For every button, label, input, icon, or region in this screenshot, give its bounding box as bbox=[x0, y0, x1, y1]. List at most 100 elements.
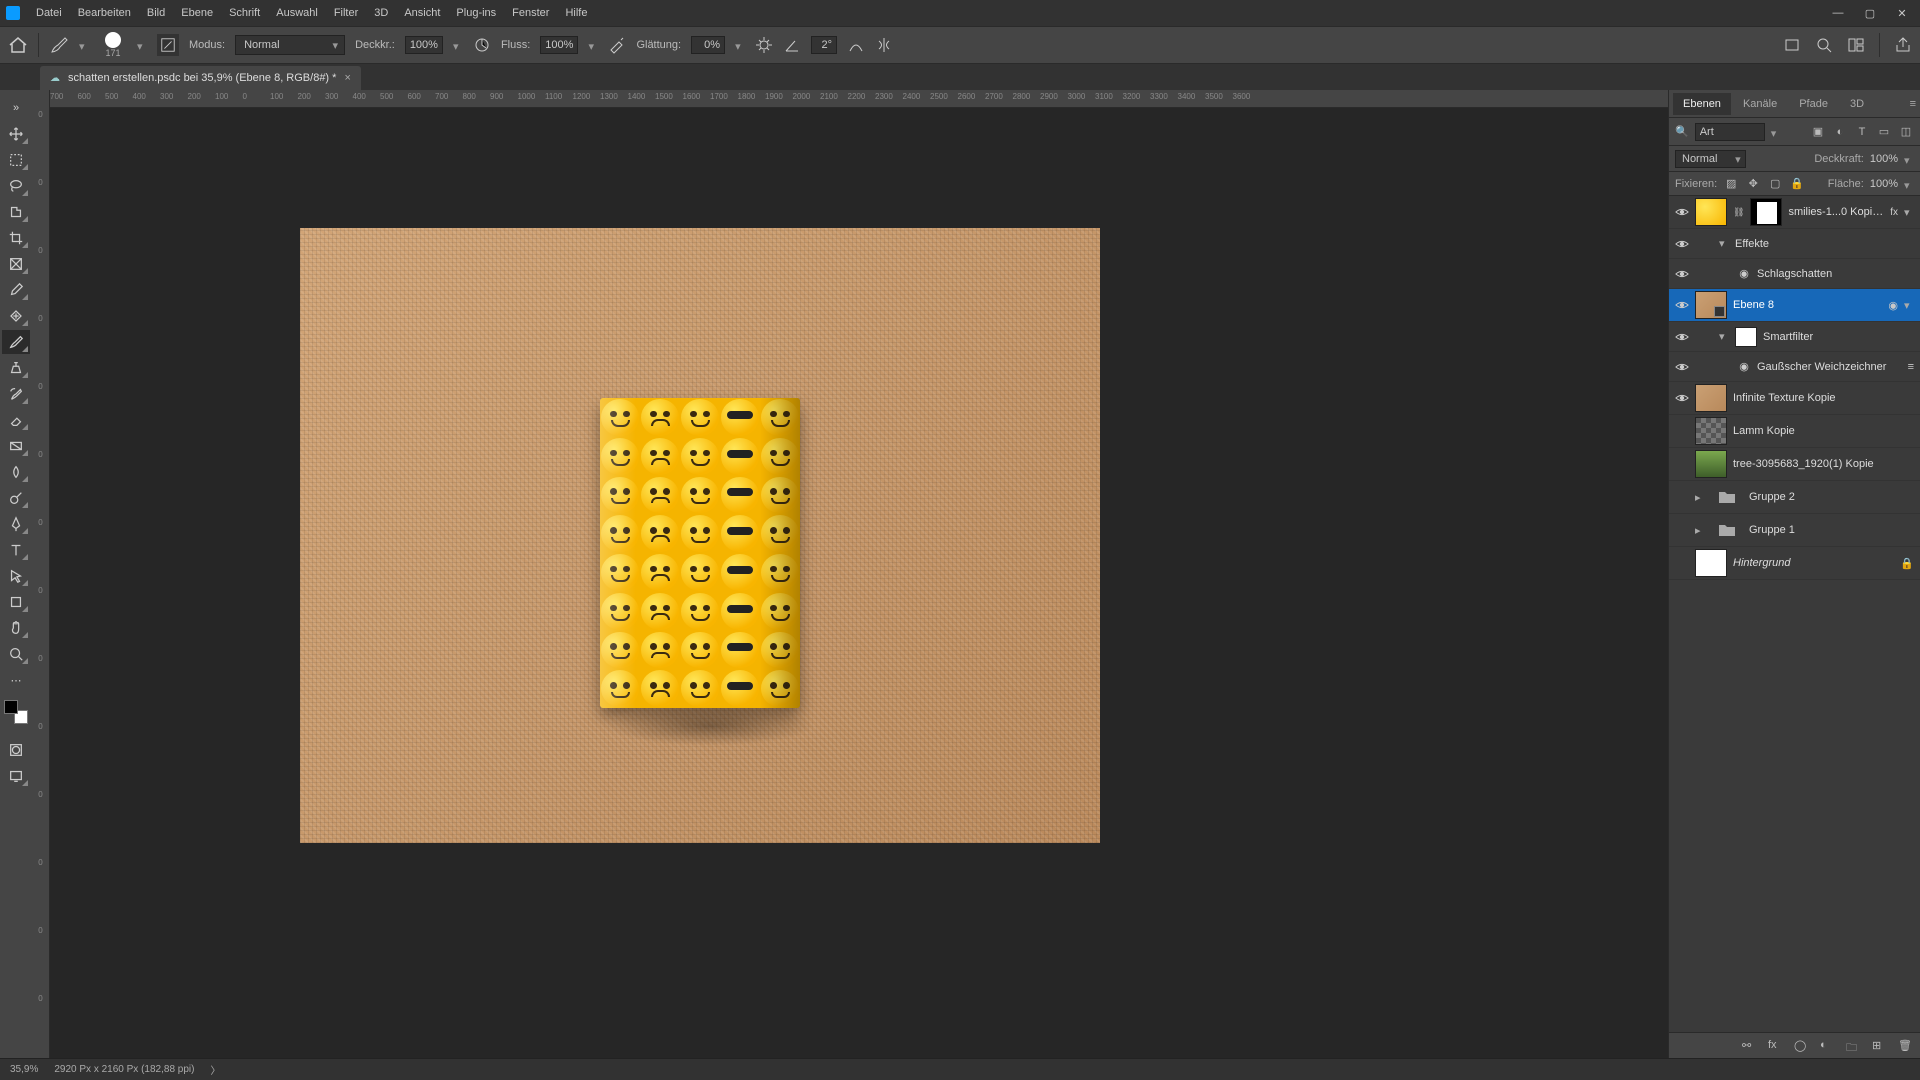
filter-adjust-icon[interactable]: ◐ bbox=[1832, 124, 1848, 140]
chevron-down-icon[interactable]: ▾ bbox=[588, 40, 598, 50]
layer-row[interactable]: Lamm Kopie bbox=[1669, 415, 1920, 448]
close-tab-icon[interactable]: × bbox=[344, 72, 350, 84]
layer-thumbnail[interactable] bbox=[1695, 291, 1727, 319]
menu-filter[interactable]: Filter bbox=[326, 3, 366, 23]
layer-name[interactable]: tree-3095683_1920(1) Kopie bbox=[1733, 458, 1914, 470]
visibility-toggle[interactable] bbox=[1675, 556, 1689, 570]
layer-row[interactable]: ◉Gaußscher Weichzeichner≡ bbox=[1669, 352, 1920, 382]
layer-name[interactable]: Infinite Texture Kopie bbox=[1733, 392, 1914, 404]
chevron-down-icon[interactable]: ▾ bbox=[1719, 330, 1729, 343]
lock-icon[interactable]: 🔒 bbox=[1900, 557, 1914, 570]
visibility-toggle[interactable] bbox=[1675, 330, 1689, 344]
home-icon[interactable] bbox=[8, 36, 28, 54]
status-chevron-icon[interactable]: 〉 bbox=[210, 1062, 220, 1077]
color-swatches[interactable] bbox=[4, 700, 28, 724]
zoom-level[interactable]: 35,9% bbox=[10, 1064, 38, 1075]
window-minimize-button[interactable]: — bbox=[1826, 4, 1850, 22]
tab-channels[interactable]: Kanäle bbox=[1733, 93, 1787, 115]
layer-thumbnail[interactable] bbox=[1695, 417, 1727, 445]
layer-name[interactable]: Hintergrund bbox=[1733, 557, 1894, 569]
fx-badge[interactable]: fx bbox=[1890, 207, 1898, 218]
fill-value[interactable]: 100% bbox=[1870, 178, 1898, 190]
visibility-toggle[interactable] bbox=[1675, 523, 1689, 537]
chevron-down-icon[interactable]: ▾ bbox=[137, 40, 147, 50]
adjustment-layer-icon[interactable]: ◐ bbox=[1820, 1039, 1834, 1053]
dodge-tool[interactable] bbox=[2, 486, 30, 510]
opacity-value-input[interactable]: 100% bbox=[405, 36, 443, 54]
pressure-opacity-icon[interactable] bbox=[473, 36, 491, 54]
layer-row[interactable]: ◉ Schlagschatten bbox=[1669, 259, 1920, 289]
workspace-icon[interactable] bbox=[1847, 36, 1865, 54]
menu-auswahl[interactable]: Auswahl bbox=[268, 3, 326, 23]
visibility-toggle[interactable] bbox=[1675, 237, 1689, 251]
expand-tools-icon[interactable]: » bbox=[2, 96, 30, 120]
flow-value-input[interactable]: 100% bbox=[540, 36, 578, 54]
filter-smart-icon[interactable]: ◫ bbox=[1898, 124, 1914, 140]
layer-name[interactable]: Gruppe 1 bbox=[1749, 524, 1914, 536]
quick-mask-icon[interactable] bbox=[2, 738, 30, 762]
layer-row[interactable]: ▸Gruppe 2 bbox=[1669, 481, 1920, 514]
layer-name[interactable]: Schlagschatten bbox=[1757, 268, 1914, 280]
gradient-tool[interactable] bbox=[2, 434, 30, 458]
filter-options-icon[interactable]: ≡ bbox=[1908, 361, 1914, 373]
selection-tool[interactable] bbox=[2, 200, 30, 224]
pressure-size-icon[interactable] bbox=[847, 36, 865, 54]
visibility-toggle[interactable] bbox=[1675, 360, 1689, 374]
edit-toolbar-icon[interactable]: ⋯ bbox=[2, 668, 30, 692]
smoothing-value-input[interactable]: 0% bbox=[691, 36, 725, 54]
visibility-toggle[interactable] bbox=[1675, 298, 1689, 312]
tab-paths[interactable]: Pfade bbox=[1789, 93, 1838, 115]
layer-row[interactable]: ⛓smilies-1...0 Kopie 2fx▾ bbox=[1669, 196, 1920, 229]
layer-thumbnail[interactable] bbox=[1695, 450, 1727, 478]
frame-tool[interactable] bbox=[2, 252, 30, 276]
layer-thumbnail[interactable] bbox=[1695, 384, 1727, 412]
visibility-toggle[interactable] bbox=[1675, 490, 1689, 504]
menu-schrift[interactable]: Schrift bbox=[221, 3, 268, 23]
tab-3d[interactable]: 3D bbox=[1840, 93, 1874, 115]
window-maximize-button[interactable]: ▢ bbox=[1858, 4, 1882, 22]
smart-filter-visibility-icon[interactable]: ◉ bbox=[1888, 299, 1898, 312]
cloud-docs-icon[interactable] bbox=[1783, 36, 1801, 54]
filter-image-icon[interactable]: ▣ bbox=[1810, 124, 1826, 140]
chevron-right-icon[interactable]: ▸ bbox=[1695, 524, 1705, 537]
crop-tool[interactable] bbox=[2, 226, 30, 250]
lasso-tool[interactable] bbox=[2, 174, 30, 198]
chevron-down-icon[interactable]: ▾ bbox=[453, 40, 463, 50]
menu-bearbeiten[interactable]: Bearbeiten bbox=[70, 3, 139, 23]
hand-tool[interactable] bbox=[2, 616, 30, 640]
layer-row[interactable]: ▸ Gruppe 1 bbox=[1669, 514, 1920, 547]
layer-row[interactable]: Infinite Texture Kopie bbox=[1669, 382, 1920, 415]
layer-thumbnail[interactable] bbox=[1695, 549, 1727, 577]
pen-tool[interactable] bbox=[2, 512, 30, 536]
effect-toggle-icon[interactable]: ◉ bbox=[1737, 360, 1751, 373]
chevron-down-icon[interactable]: ▾ bbox=[79, 40, 89, 50]
tool-icon-brush[interactable] bbox=[49, 35, 69, 55]
layer-name[interactable]: Gruppe 2 bbox=[1749, 491, 1914, 503]
type-tool[interactable] bbox=[2, 538, 30, 562]
visibility-toggle[interactable] bbox=[1675, 391, 1689, 405]
window-close-button[interactable]: ✕ bbox=[1890, 4, 1914, 22]
menu-bild[interactable]: Bild bbox=[139, 3, 173, 23]
layer-name[interactable]: Effekte bbox=[1735, 238, 1914, 250]
layer-row[interactable]: Hintergrund 🔒 bbox=[1669, 547, 1920, 580]
healing-tool[interactable] bbox=[2, 304, 30, 328]
layer-style-icon[interactable]: fx bbox=[1768, 1039, 1782, 1053]
filter-type-icon[interactable]: T bbox=[1854, 124, 1870, 140]
canvas-area[interactable]: 7006005004003002001000100200300400500600… bbox=[50, 90, 1668, 1058]
brush-tool[interactable] bbox=[2, 330, 30, 354]
shape-tool[interactable] bbox=[2, 590, 30, 614]
layer-name[interactable]: Ebene 8 bbox=[1733, 299, 1882, 311]
chevron-down-icon[interactable]: ▾ bbox=[1719, 237, 1729, 250]
artboard[interactable] bbox=[300, 228, 1100, 843]
chevron-down-icon[interactable]: ▾ bbox=[735, 40, 745, 50]
lock-pixels-icon[interactable]: ▨ bbox=[1723, 176, 1739, 192]
layer-row[interactable]: ▾Smartfilter bbox=[1669, 322, 1920, 352]
visibility-toggle[interactable] bbox=[1675, 457, 1689, 471]
mask-thumbnail[interactable] bbox=[1750, 198, 1782, 226]
effect-toggle-icon[interactable]: ◉ bbox=[1737, 267, 1751, 280]
delete-layer-icon[interactable]: 🗑 bbox=[1898, 1039, 1912, 1053]
path-selection-tool[interactable] bbox=[2, 564, 30, 588]
menu-ebene[interactable]: Ebene bbox=[173, 3, 221, 23]
layer-name[interactable]: smilies-1...0 Kopie 2 bbox=[1788, 206, 1884, 218]
screen-mode-icon[interactable] bbox=[2, 764, 30, 788]
